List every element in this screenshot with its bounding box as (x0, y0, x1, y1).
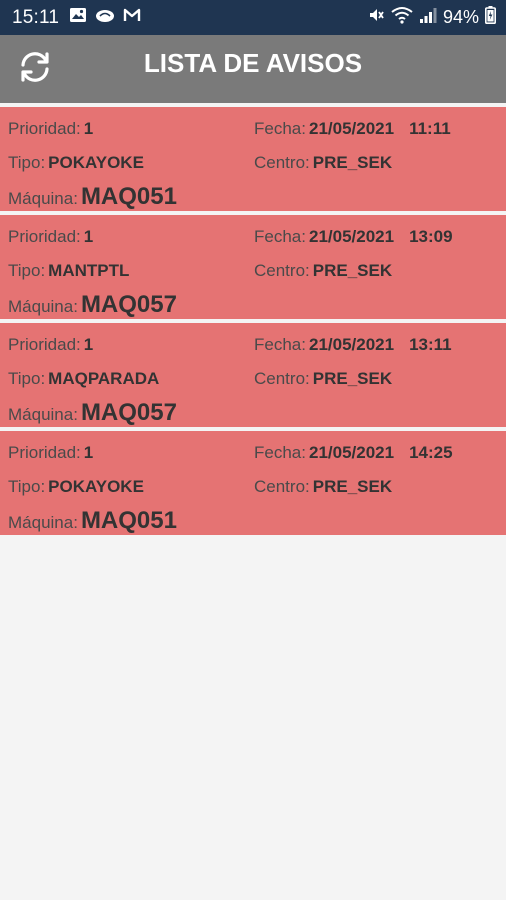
status-bar: 15:11 94% (0, 0, 506, 35)
maquina-value: MAQ051 (80, 183, 177, 210)
prioridad-label: Prioridad: (8, 119, 81, 138)
prioridad-value: 1 (83, 443, 94, 462)
maquina-label: Máquina: (8, 513, 78, 532)
fecha-field: Fecha: 21/05/2021 13:09 (254, 227, 453, 247)
maquina-value: MAQ051 (80, 507, 177, 534)
refresh-icon (17, 49, 53, 90)
fecha-field: Fecha: 21/05/2021 14:25 (254, 443, 453, 463)
prioridad-value: 1 (83, 335, 94, 354)
avisos-list: Prioridad: 1 Fecha: 21/05/2021 11:11 Tipo: P… (0, 107, 506, 539)
tipo-field: Tipo: MAQPARADA (8, 369, 159, 389)
centro-label: Centro: (254, 261, 310, 280)
tipo-label: Tipo: (8, 153, 46, 172)
fecha-field: Fecha: 21/05/2021 13:11 (254, 335, 452, 355)
mail-icon (123, 7, 141, 28)
maquina-value: MAQ057 (80, 399, 177, 426)
centro-value: PRE_SEK (312, 477, 393, 496)
tipo-value: POKAYOKE (48, 477, 144, 496)
prioridad-field: Prioridad: 1 (8, 443, 93, 463)
image-icon (69, 7, 87, 28)
refresh-button[interactable] (14, 48, 56, 90)
prioridad-label: Prioridad: (8, 443, 81, 462)
centro-label: Centro: (254, 153, 310, 172)
battery-percent: 94% (442, 7, 479, 27)
maquina-label: Máquina: (8, 297, 78, 316)
prioridad-field: Prioridad: 1 (8, 335, 93, 355)
fecha-value: 21/05/2021 (308, 119, 395, 138)
maquina-value: MAQ057 (80, 291, 177, 318)
tipo-field: Tipo: POKAYOKE (8, 477, 144, 497)
centro-value: PRE_SEK (312, 369, 393, 388)
prioridad-field: Prioridad: 1 (8, 119, 93, 139)
fecha-label: Fecha: (254, 227, 306, 246)
fecha-field: Fecha: 21/05/2021 11:11 (254, 119, 451, 139)
centro-field: Centro: PRE_SEK (254, 369, 392, 389)
aviso-card[interactable]: Prioridad: 1 Fecha: 21/05/2021 14:25 Tipo: P… (0, 431, 506, 535)
centro-value: PRE_SEK (312, 153, 393, 172)
tipo-value: MAQPARADA (48, 369, 160, 388)
prioridad-field: Prioridad: 1 (8, 227, 93, 247)
aviso-card[interactable]: Prioridad: 1 Fecha: 21/05/2021 13:09 Tipo: M… (0, 215, 506, 319)
tipo-field: Tipo: MANTPTL (8, 261, 129, 281)
mute-icon (367, 6, 385, 29)
fecha-value: 21/05/2021 (308, 227, 395, 246)
prioridad-value: 1 (83, 119, 94, 138)
hora-value: 13:11 (409, 335, 452, 354)
centro-field: Centro: PRE_SEK (254, 261, 392, 281)
maquina-label: Máquina: (8, 405, 78, 424)
hora-value: 14:25 (409, 443, 453, 462)
hora-value: 11:11 (409, 119, 451, 138)
maquina-field: Máquina: MAQ051 (8, 183, 177, 211)
maquina-field: Máquina: MAQ057 (8, 399, 177, 427)
centro-field: Centro: PRE_SEK (254, 477, 392, 497)
tipo-value: MANTPTL (48, 261, 130, 280)
app-bar: LISTA DE AVISOS (0, 35, 506, 103)
maquina-field: Máquina: MAQ057 (8, 291, 177, 319)
prioridad-label: Prioridad: (8, 227, 81, 246)
fecha-value: 21/05/2021 (308, 443, 395, 462)
prioridad-label: Prioridad: (8, 335, 81, 354)
fecha-label: Fecha: (254, 119, 306, 138)
tipo-field: Tipo: POKAYOKE (8, 153, 144, 173)
tipo-label: Tipo: (8, 369, 46, 388)
fecha-label: Fecha: (254, 335, 306, 354)
battery-icon (485, 6, 496, 29)
centro-label: Centro: (254, 477, 310, 496)
page-title: LISTA DE AVISOS (143, 48, 363, 78)
fecha-label: Fecha: (254, 443, 306, 462)
tipo-value: POKAYOKE (48, 153, 144, 172)
tipo-label: Tipo: (8, 477, 46, 496)
centro-value: PRE_SEK (312, 261, 393, 280)
aviso-card[interactable]: Prioridad: 1 Fecha: 21/05/2021 13:11 Tipo: M… (0, 323, 506, 427)
maquina-label: Máquina: (8, 189, 78, 208)
signal-icon (419, 6, 437, 29)
hora-value: 13:09 (409, 227, 453, 246)
prioridad-value: 1 (83, 227, 94, 246)
aviso-card[interactable]: Prioridad: 1 Fecha: 21/05/2021 11:11 Tipo: P… (0, 107, 506, 211)
fecha-value: 21/05/2021 (308, 335, 395, 354)
wifi-icon (391, 6, 413, 29)
maquina-field: Máquina: MAQ051 (8, 507, 177, 535)
centro-field: Centro: PRE_SEK (254, 153, 392, 173)
tipo-label: Tipo: (8, 261, 46, 280)
cloud-icon (95, 7, 115, 28)
status-time: 15:11 (12, 6, 60, 28)
centro-label: Centro: (254, 369, 310, 388)
